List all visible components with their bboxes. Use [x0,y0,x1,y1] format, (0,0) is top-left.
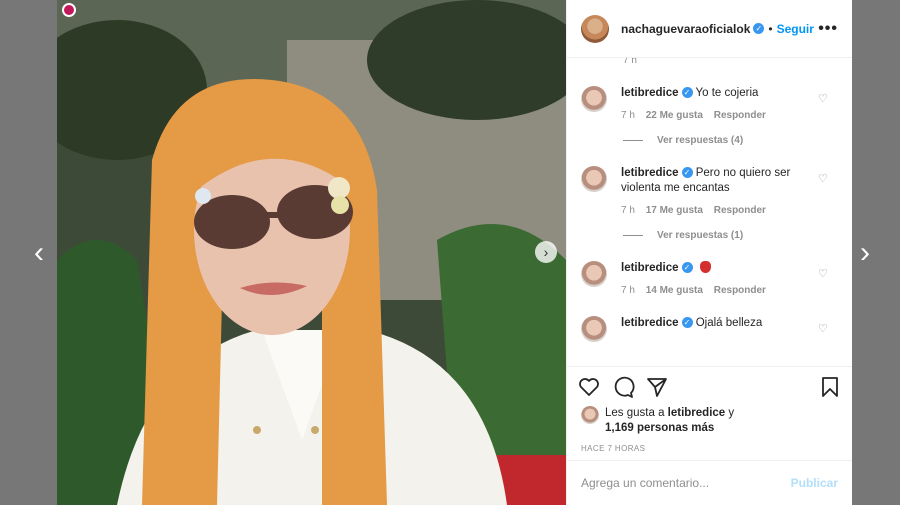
comment-time[interactable]: 7 h [621,285,635,296]
view-replies-button[interactable]: Ver respuestas (1) [623,230,838,241]
comment-likes[interactable]: 14 Me gusta [646,285,703,296]
liker-avatar[interactable] [581,406,599,424]
commenter-username[interactable]: letibredice [621,262,679,274]
comment-time[interactable]: 7 h [621,205,635,216]
post-modal: › nachaguevaraoficialok ✓ • Seguir ••• 7… [57,0,852,505]
post-header: nachaguevaraoficialok ✓ • Seguir ••• [567,0,852,58]
comment-item: letibredice ✓ 7 h 14 Me gusta Responder ♡ [581,260,838,296]
comment-content: Yo te cojeria [695,87,759,99]
strawberry-emoji-icon [699,260,711,273]
reply-button[interactable]: Responder [714,110,766,121]
share-icon[interactable] [645,375,669,399]
post-sidebar: nachaguevaraoficialok ✓ • Seguir ••• 7 h… [566,0,852,505]
view-replies-label: Ver respuestas (4) [657,135,744,146]
comment-icon[interactable] [611,375,635,399]
view-replies-button[interactable]: Ver respuestas (4) [623,135,838,146]
carousel-next-button[interactable]: › [535,241,557,263]
prev-post-arrow[interactable]: ‹ [28,238,50,268]
separator-dot: • [768,21,773,36]
comment-likes[interactable]: 17 Me gusta [646,205,703,216]
comment-meta: 7 h 22 Me gusta Responder [621,110,811,121]
post-timestamp[interactable]: HACE 7 HORAS [567,442,852,460]
next-post-arrow[interactable]: › [854,238,876,268]
reply-button[interactable]: Responder [714,285,766,296]
comment-likes[interactable]: 22 Me gusta [646,110,703,121]
comment-content: Ojalá belleza [695,317,763,329]
reply-button[interactable]: Responder [714,205,766,216]
likes-joiner: y [728,407,735,419]
comment-text: letibredice ✓ Ojalá belleza [621,316,811,331]
photo-illustration [57,0,566,505]
comment-item: letibredice ✓ Yo te cojeria 7 h 22 Me gus… [581,86,838,121]
add-comment-bar: Publicar [567,460,852,505]
commenter-avatar[interactable] [581,86,607,112]
likes-summary: Les gusta a letibredice y 1,169 personas… [567,406,852,442]
comment-item: letibredice ✓ Pero no quiero ser violenta… [581,166,838,216]
media-badge-icon [62,3,76,17]
commenter-username[interactable]: letibredice [621,317,679,329]
verified-icon: ✓ [681,167,693,179]
follow-button[interactable]: Seguir [777,22,814,36]
comment-text: letibredice ✓ [621,260,811,276]
verified-icon: ✓ [681,87,693,99]
comment-text: letibredice ✓ Pero no quiero ser violenta… [621,166,811,196]
view-replies-label: Ver respuestas (1) [657,230,744,241]
comment-heart-icon[interactable]: ♡ [818,269,828,280]
author-avatar[interactable] [581,14,609,43]
comment-item: letibredice ✓ Ojalá belleza ♡ [581,316,838,342]
publish-button[interactable]: Publicar [791,476,838,490]
commenter-username[interactable]: letibredice [621,87,679,99]
liker-username[interactable]: letibredice [668,407,726,419]
comment-heart-icon[interactable]: ♡ [818,324,828,335]
comment-time: 7 h [623,58,637,66]
likes-prefix: Les gusta a [605,407,665,419]
replies-line [623,140,643,141]
comment-meta: 7 h 17 Me gusta Responder [621,205,811,216]
verified-icon: ✓ [681,317,693,329]
bookmark-icon[interactable] [818,375,842,399]
post-photo: › [57,0,566,505]
likes-count[interactable]: 1,169 personas más [605,422,714,434]
commenter-avatar[interactable] [581,261,607,287]
author-username[interactable]: nachaguevaraoficialok [621,22,750,36]
comment-heart-icon[interactable]: ♡ [818,174,828,185]
heart-icon[interactable] [577,375,601,399]
commenter-avatar[interactable] [581,316,607,342]
commenter-avatar[interactable] [581,166,607,192]
verified-icon: ✓ [753,23,765,34]
likes-text: Les gusta a letibredice y 1,169 personas… [605,406,734,436]
comment-input[interactable] [581,476,791,490]
verified-icon: ✓ [681,262,693,274]
comment-meta: 7 h 14 Me gusta Responder [621,285,811,296]
comment-time[interactable]: 7 h [621,110,635,121]
replies-line [623,235,643,236]
more-icon[interactable]: ••• [818,20,838,38]
comment-text: letibredice ✓ Yo te cojeria [621,86,811,101]
comment-heart-icon[interactable]: ♡ [818,94,828,105]
post-actions-bar [567,366,852,406]
comments-list[interactable]: 7 h letibredice ✓ Yo te cojeria 7 h 22 Me… [567,58,852,366]
commenter-username[interactable]: letibredice [621,167,679,179]
